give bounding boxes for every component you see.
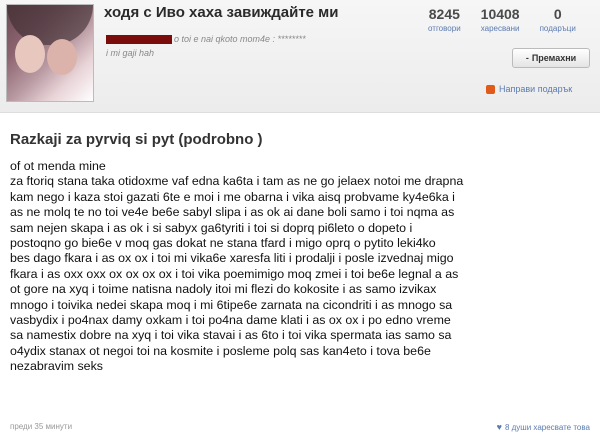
- post-time[interactable]: преди 35 минути: [10, 422, 72, 431]
- profile-header: ходя с Иво хаха завиждайте ми o toi e na…: [0, 0, 600, 112]
- stat-label: отговори: [428, 24, 461, 33]
- stat-value: 10408: [480, 6, 520, 22]
- stat-value: 8245: [428, 6, 460, 22]
- stat-label: харесвани: [480, 24, 520, 33]
- post-card: Razkaji za pyrviq si pyt (podrobno ) of …: [0, 112, 600, 435]
- status-line: o toi e nai qkoto mom4e : ********: [106, 34, 306, 45]
- avatar[interactable]: [6, 4, 94, 102]
- post-title: Razkaji za pyrviq si pyt (podrobno ): [10, 131, 263, 148]
- remove-button[interactable]: - Премахни: [512, 48, 590, 68]
- stat-label: подаръци: [539, 24, 576, 33]
- avatar-face: [47, 39, 77, 75]
- gift-link[interactable]: Направи подарък: [486, 84, 572, 94]
- stat-answers[interactable]: 8245 отговори: [418, 6, 471, 33]
- redacted-mark: [106, 35, 172, 45]
- stat-likes[interactable]: 10408 харесвани: [471, 6, 530, 33]
- avatar-face: [15, 35, 45, 73]
- gift-icon: [486, 84, 495, 94]
- minus-icon: -: [525, 53, 529, 63]
- heart-icon: ♥: [496, 422, 502, 432]
- stat-value: 0: [553, 6, 562, 22]
- likes-label: 8 души харесвате това: [504, 422, 590, 432]
- status-text: o toi e nai qkoto mom4e : ********: [174, 34, 306, 44]
- likes-link[interactable]: ♥ 8 души харесвате това: [497, 422, 590, 432]
- post-body: of ot menda mine za ftoriq stana taka ot…: [10, 159, 464, 374]
- stat-gifts[interactable]: 0 подаръци: [530, 6, 586, 33]
- status-line-2: i mi gaji hah: [106, 48, 155, 58]
- remove-button-label: Премахни: [531, 53, 577, 63]
- username[interactable]: ходя с Иво хаха завиждайте ми: [104, 4, 339, 21]
- gift-label: Направи подарък: [499, 84, 573, 94]
- profile-stats: 8245 отговори 10408 харесвани 0 подаръци: [418, 6, 586, 33]
